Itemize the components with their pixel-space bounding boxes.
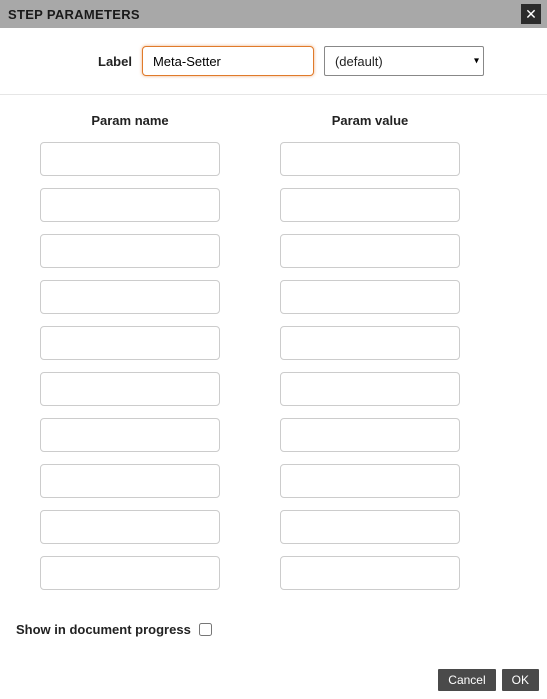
label-row: Label (default) ▾ [10, 46, 537, 94]
param-name-input[interactable] [40, 326, 220, 360]
dialog-title: STEP PARAMETERS [8, 7, 140, 22]
show-progress-label: Show in document progress [16, 622, 191, 637]
param-value-input[interactable] [280, 188, 460, 222]
param-name-column: Param name [40, 113, 220, 602]
param-name-input[interactable] [40, 556, 220, 590]
preset-select[interactable]: (default) ▾ [324, 46, 484, 76]
param-name-input[interactable] [40, 510, 220, 544]
cancel-button[interactable]: Cancel [438, 669, 495, 691]
ok-button[interactable]: OK [502, 669, 539, 691]
param-value-column: Param value [280, 113, 460, 602]
param-name-input[interactable] [40, 234, 220, 268]
label-input[interactable] [142, 46, 314, 76]
param-name-input[interactable] [40, 372, 220, 406]
close-button[interactable]: ✕ [521, 4, 541, 24]
param-value-input[interactable] [280, 556, 460, 590]
param-columns: Param name Param value [10, 113, 537, 602]
param-value-header: Param value [332, 113, 409, 128]
titlebar: STEP PARAMETERS ✕ [0, 0, 547, 28]
divider [0, 94, 547, 95]
param-value-input[interactable] [280, 464, 460, 498]
show-progress-row[interactable]: Show in document progress [10, 602, 537, 637]
dialog-content: Label (default) ▾ Param name Param value [0, 28, 547, 647]
param-value-input[interactable] [280, 510, 460, 544]
param-value-input[interactable] [280, 280, 460, 314]
label-field-label: Label [98, 54, 132, 69]
param-name-input[interactable] [40, 280, 220, 314]
param-value-input[interactable] [280, 142, 460, 176]
param-name-input[interactable] [40, 464, 220, 498]
show-progress-checkbox[interactable] [199, 623, 212, 636]
param-name-input[interactable] [40, 418, 220, 452]
dialog-footer: Cancel OK [0, 647, 547, 699]
param-value-input[interactable] [280, 372, 460, 406]
param-name-header: Param name [91, 113, 168, 128]
param-name-input[interactable] [40, 188, 220, 222]
chevron-down-icon: ▾ [474, 56, 479, 67]
preset-select-value: (default) [335, 54, 383, 69]
close-icon: ✕ [525, 7, 537, 21]
param-value-input[interactable] [280, 418, 460, 452]
param-value-input[interactable] [280, 326, 460, 360]
param-value-input[interactable] [280, 234, 460, 268]
param-name-input[interactable] [40, 142, 220, 176]
